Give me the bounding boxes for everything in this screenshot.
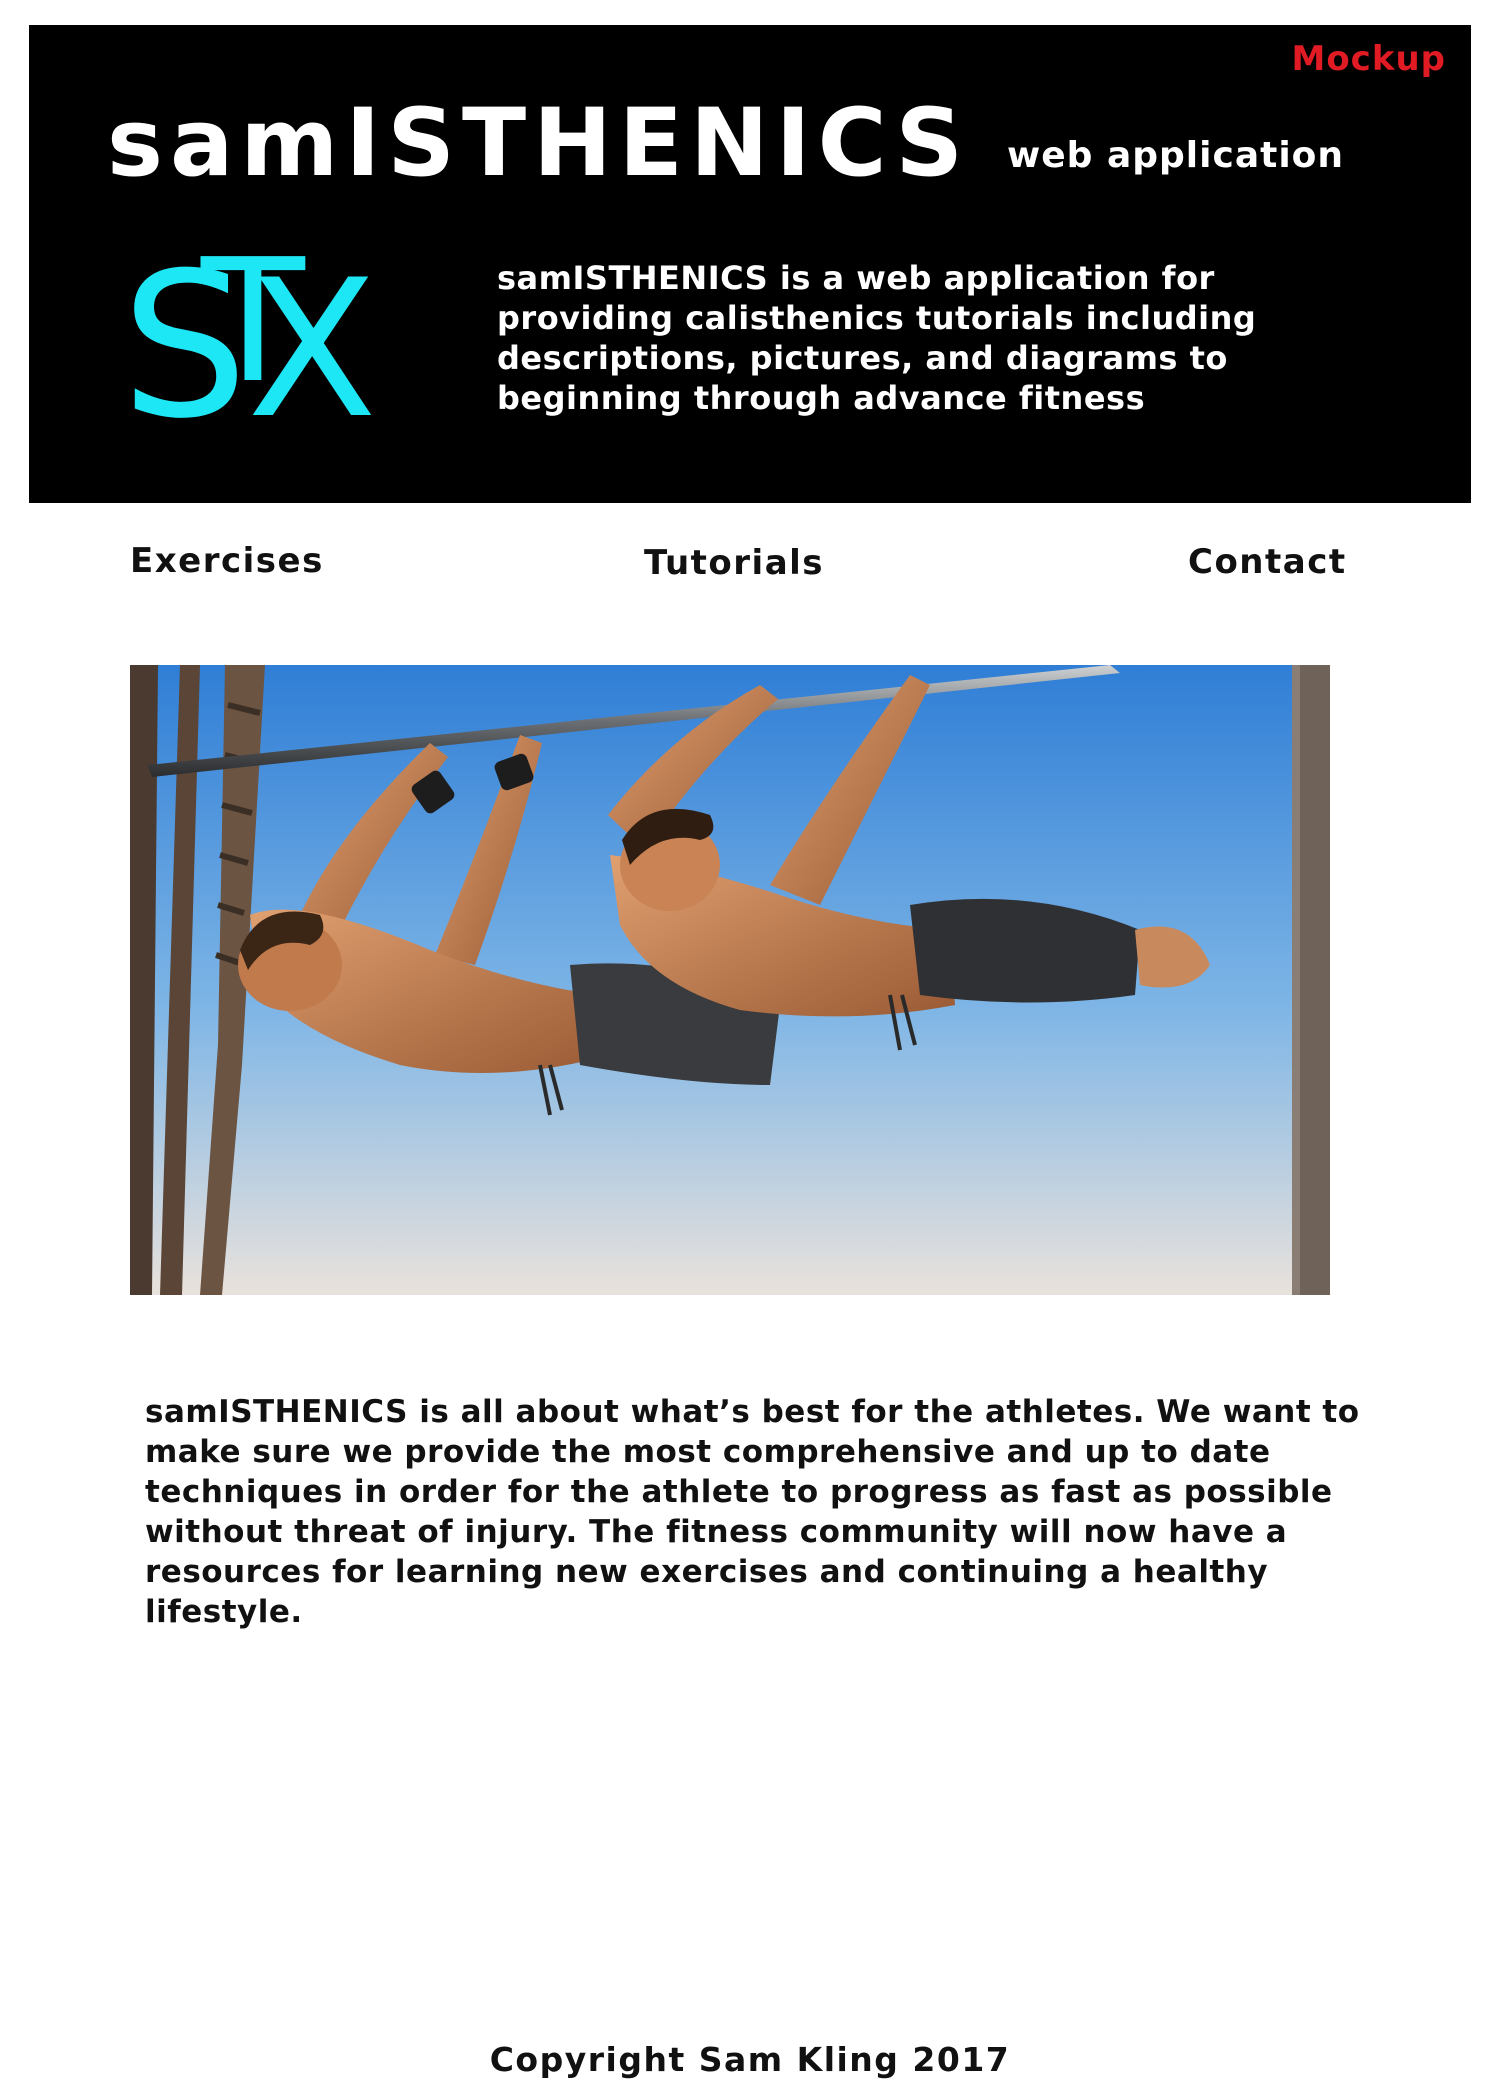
about-text: samISTHENICS is all about what’s best fo… [145,1394,1360,1630]
page: Mockup samISTHENICS web application S T … [0,0,1500,2100]
hero-image [130,665,1330,1295]
nav-exercises-link[interactable]: Exercises [130,541,324,581]
app-subtitle: web application [1007,135,1345,176]
header-banner: Mockup samISTHENICS web application S T … [29,25,1471,503]
logo-letter-x: X [247,239,377,435]
hero-photo-illustration [130,665,1330,1295]
mockup-badge: Mockup [1291,39,1446,79]
stx-logo: S T X [129,223,377,435]
app-title: samISTHENICS [107,89,971,198]
nav-tutorials-link[interactable]: Tutorials [644,543,824,583]
header-description: samISTHENICS is a web application for pr… [497,259,1257,417]
footer-copyright: Copyright Sam Kling 2017 [489,2040,1011,2079]
nav-contact-link[interactable]: Contact [1188,542,1347,582]
